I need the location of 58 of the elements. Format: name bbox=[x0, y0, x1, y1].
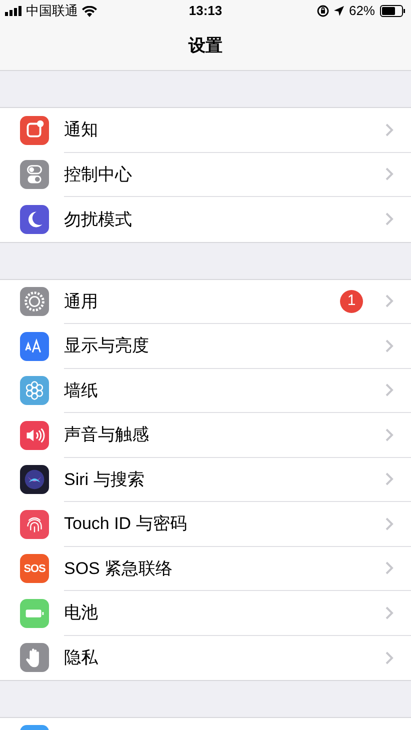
settings-row[interactable]: SOS SOS 紧急联络 bbox=[0, 546, 411, 591]
moon-icon bbox=[20, 204, 49, 234]
settings-row[interactable]: 控制中心 bbox=[0, 152, 411, 197]
row-label: 隐私 bbox=[64, 647, 99, 669]
settings-row[interactable]: 隐私 bbox=[0, 636, 411, 680]
row-label: Touch ID 与密码 bbox=[64, 513, 188, 535]
row-label: 通知 bbox=[64, 119, 99, 141]
settings-row[interactable]: 显示与亮度 bbox=[0, 324, 411, 368]
row-label: 控制中心 bbox=[64, 164, 133, 186]
flower-icon bbox=[20, 376, 49, 406]
sos-icon: SOS bbox=[20, 554, 49, 584]
row-label: 声音与触感 bbox=[64, 424, 150, 446]
chevron-icon bbox=[385, 428, 394, 442]
chevron-icon bbox=[385, 212, 394, 226]
row-label: 显示与亮度 bbox=[64, 335, 150, 357]
chevron-icon bbox=[385, 606, 394, 620]
settings-row[interactable]: 通知 bbox=[0, 108, 411, 152]
settings-row[interactable]: 通用 1 bbox=[0, 280, 411, 324]
carrier-name: 中国联通 bbox=[26, 2, 78, 20]
settings-row[interactable]: Siri 与搜索 bbox=[0, 458, 411, 502]
notification-icon bbox=[20, 116, 49, 145]
siri-icon bbox=[20, 465, 49, 494]
battery-percent: 62% bbox=[348, 2, 375, 20]
settings-row[interactable]: 电池 bbox=[0, 591, 411, 636]
chevron-icon bbox=[385, 338, 394, 353]
chevron-icon bbox=[385, 472, 394, 486]
chevron-icon bbox=[385, 383, 394, 398]
chevron-icon bbox=[385, 650, 394, 665]
gear-icon bbox=[20, 287, 49, 316]
location-icon bbox=[334, 6, 344, 16]
signal-icon bbox=[5, 6, 22, 16]
page-title: 设置 bbox=[188, 35, 222, 58]
speaker-icon bbox=[20, 420, 49, 450]
settings-row[interactable]: 声音与触感 bbox=[0, 413, 411, 458]
wifi-icon bbox=[82, 6, 97, 16]
row-label: 通用 bbox=[64, 290, 99, 312]
row-label: 勿扰模式 bbox=[64, 208, 133, 230]
battery-icon bbox=[20, 598, 49, 628]
chevron-icon bbox=[385, 516, 394, 531]
settings-row[interactable]: Touch ID 与密码 bbox=[0, 502, 411, 546]
chevron-icon bbox=[385, 561, 394, 576]
text-size-icon bbox=[20, 332, 49, 361]
toggle-icon bbox=[20, 160, 49, 190]
status-time: 13:13 bbox=[188, 2, 222, 20]
fingerprint-icon bbox=[20, 510, 49, 539]
chevron-icon bbox=[385, 122, 394, 137]
row-label: SOS 紧急联络 bbox=[64, 558, 174, 580]
rotation-lock-icon bbox=[316, 5, 329, 17]
notification-count: 1 bbox=[340, 290, 363, 313]
hand-icon bbox=[20, 643, 49, 672]
chevron-icon bbox=[385, 167, 394, 182]
chevron-icon bbox=[385, 294, 394, 308]
settings-row[interactable]: 勿扰模式 bbox=[0, 197, 411, 242]
row-label: 墙纸 bbox=[64, 380, 99, 402]
settings-row[interactable]: 墙纸 bbox=[0, 368, 411, 413]
battery-status-icon bbox=[380, 5, 406, 17]
row-label: 电池 bbox=[64, 602, 99, 624]
row-label: Siri 与搜索 bbox=[64, 468, 146, 490]
